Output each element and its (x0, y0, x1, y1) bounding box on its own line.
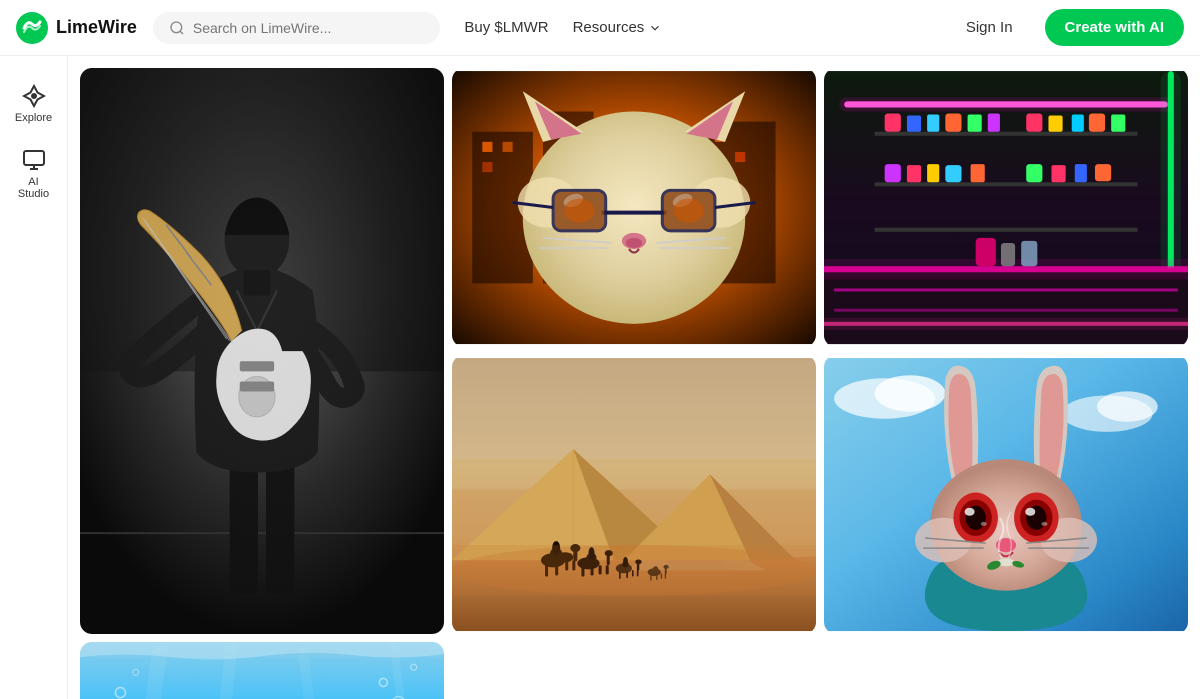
create-with-ai-button[interactable]: Create with AI (1045, 9, 1184, 46)
guitarist-image (80, 68, 444, 634)
search-input[interactable] (193, 20, 425, 36)
logo-icon (16, 12, 48, 44)
logo-text: LimeWire (56, 17, 137, 38)
sign-in-button[interactable]: Sign In (950, 11, 1029, 44)
image-shark[interactable] (80, 642, 444, 699)
main-layout: Explore AI Studio (0, 56, 1200, 699)
resources-link[interactable]: Resources (573, 19, 663, 36)
image-pyramids[interactable] (452, 355, 816, 634)
pyramids-image (452, 355, 816, 634)
shark-image (80, 642, 444, 699)
chevron-down-icon (648, 21, 662, 35)
nav-links: Buy $LMWR Resources (464, 19, 662, 36)
search-icon (169, 20, 185, 36)
rabbit-image (824, 355, 1188, 634)
image-grid (80, 68, 1188, 699)
monitor-icon (22, 148, 46, 172)
image-cat-sunglasses[interactable] (452, 68, 816, 347)
sidebar-item-ai-studio[interactable]: AI Studio (4, 140, 64, 208)
neon-store-image (824, 68, 1188, 347)
image-neon-store[interactable] (824, 68, 1188, 347)
sidebar-item-explore[interactable]: Explore (4, 76, 64, 132)
content-area (68, 56, 1200, 699)
cat-sunglasses-image (452, 68, 816, 347)
header: LimeWire Buy $LMWR Resources Sign In Cre… (0, 0, 1200, 56)
compass-icon (22, 84, 46, 108)
image-rabbit[interactable] (824, 355, 1188, 634)
search-bar[interactable] (153, 12, 441, 44)
sidebar: Explore AI Studio (0, 56, 68, 699)
ai-studio-label: AI Studio (16, 176, 52, 200)
logo[interactable]: LimeWire (16, 12, 137, 44)
explore-label: Explore (15, 112, 52, 124)
image-guitarist[interactable] (80, 68, 444, 634)
buy-lmwr-link[interactable]: Buy $LMWR (464, 19, 548, 36)
